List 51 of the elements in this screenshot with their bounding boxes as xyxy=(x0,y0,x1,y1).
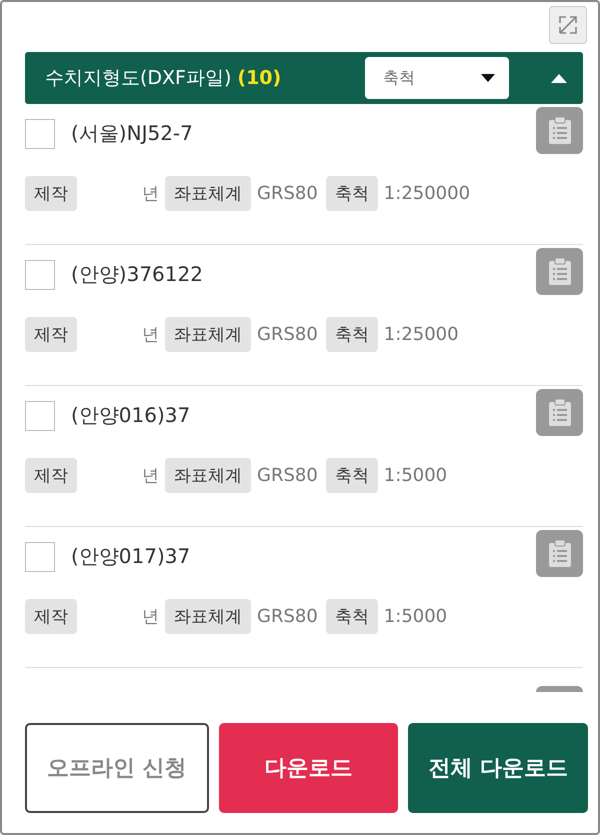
field-label: 제작 xyxy=(25,317,77,352)
details-button[interactable] xyxy=(536,530,583,577)
scale-value: 1:5000 xyxy=(384,465,448,486)
action-button[interactable]: 다운로드 xyxy=(218,723,398,813)
field-label: 축척 xyxy=(326,176,378,211)
scale-value: 1:250000 xyxy=(384,183,470,204)
action-button[interactable]: 전체 다운로드 xyxy=(408,723,588,813)
field-label: 좌표체계 xyxy=(165,599,251,634)
checkbox[interactable] xyxy=(25,260,55,290)
scale-value: 1:25000 xyxy=(384,324,459,345)
year-value: 년 xyxy=(141,606,159,628)
resize-button[interactable] xyxy=(549,6,587,44)
checkbox[interactable] xyxy=(25,401,55,431)
action-button[interactable]: 오프라인 신청 xyxy=(25,723,209,813)
section-title: 수치지형도(DXF파일) xyxy=(45,66,232,91)
field-label: 제작 xyxy=(25,458,77,493)
checkbox[interactable] xyxy=(25,119,55,149)
item-count: (10) xyxy=(237,67,282,89)
field-label: 축척 xyxy=(326,599,378,634)
clipboard-icon xyxy=(548,116,572,144)
details-button[interactable] xyxy=(536,107,583,154)
field-label: 좌표체계 xyxy=(165,458,251,493)
details-button[interactable] xyxy=(536,248,583,295)
caret-icon xyxy=(481,74,495,82)
checkbox[interactable] xyxy=(25,542,55,572)
crs-value: GRS80 xyxy=(257,324,318,345)
year-value: 년 xyxy=(141,324,159,346)
field-label: 제작 xyxy=(25,176,77,211)
field-label: 축척 xyxy=(326,317,378,352)
crs-value: GRS80 xyxy=(257,183,318,204)
field-label: 좌표체계 xyxy=(165,176,251,211)
clipboard-icon xyxy=(548,258,572,286)
details-button[interactable] xyxy=(536,389,583,436)
caret-icon xyxy=(551,74,567,82)
field-label: 좌표체계 xyxy=(165,317,251,352)
clipboard-icon xyxy=(548,398,572,426)
scale-select[interactable]: 축척 xyxy=(365,57,509,99)
year-value: 년 xyxy=(141,183,159,205)
year-value: 년 xyxy=(141,465,159,487)
field-label: 제작 xyxy=(25,599,77,634)
crs-value: GRS80 xyxy=(257,606,318,627)
map-name: (안양016)37 xyxy=(71,402,190,429)
field-label: 축척 xyxy=(326,458,378,493)
map-name: (서울)NJ52-7 xyxy=(71,120,193,147)
crs-value: GRS80 xyxy=(257,465,318,486)
scale-value: 1:5000 xyxy=(384,606,448,627)
details-button[interactable] xyxy=(536,686,583,692)
map-name: (안양017)37 xyxy=(71,543,190,570)
map-name: (안양)376122 xyxy=(71,261,203,288)
resize-icon xyxy=(556,13,580,37)
clipboard-icon xyxy=(548,540,572,568)
